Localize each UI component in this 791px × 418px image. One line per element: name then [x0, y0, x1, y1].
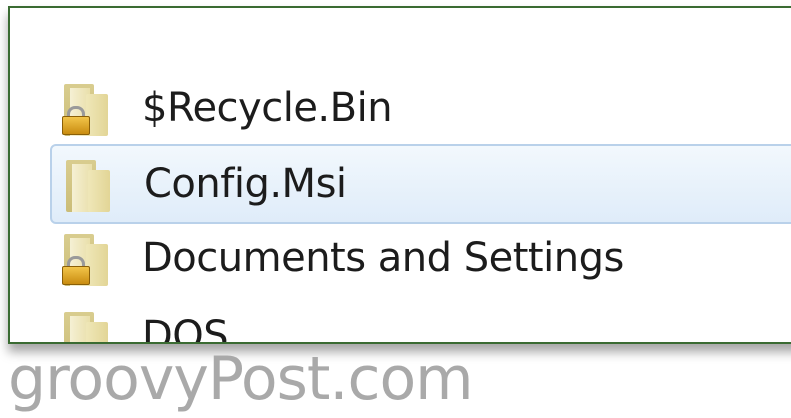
explorer-window: $Recycle.Bin Config.Msi Documents and Se…: [8, 6, 791, 344]
folder-icon: [52, 154, 122, 214]
list-item-label: Documents and Settings: [142, 235, 624, 281]
list-item-label: DOS: [142, 313, 229, 344]
locked-folder-icon: [50, 78, 120, 138]
list-item-documents-and-settings[interactable]: Documents and Settings: [50, 220, 791, 296]
lock-icon: [60, 256, 90, 285]
list-item-label: $Recycle.Bin: [142, 85, 393, 131]
locked-folder-icon: [50, 228, 120, 288]
file-list: $Recycle.Bin Config.Msi Documents and Se…: [10, 8, 791, 342]
list-item-recycle-bin[interactable]: $Recycle.Bin: [50, 70, 791, 146]
list-item-config-msi[interactable]: Config.Msi: [50, 144, 791, 224]
lock-icon: [60, 106, 90, 135]
folder-icon: [50, 306, 120, 342]
list-item-dos[interactable]: DOS: [50, 298, 791, 344]
watermark: groovyPost.com: [8, 344, 474, 414]
list-item-label: Config.Msi: [144, 161, 347, 207]
